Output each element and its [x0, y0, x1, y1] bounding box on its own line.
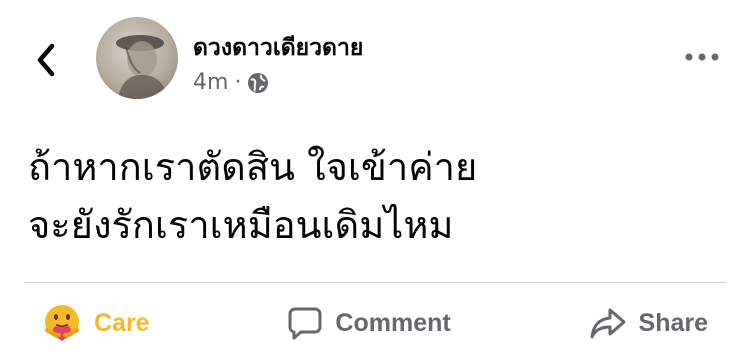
post-time[interactable]: 4m	[193, 70, 228, 95]
share-label: Share	[638, 308, 708, 337]
comment-button[interactable]: Comment	[269, 306, 468, 340]
action-bar: Care Comment Share	[24, 290, 726, 356]
more-options-button[interactable]	[682, 42, 722, 72]
chevron-left-icon	[37, 43, 55, 77]
divider	[24, 282, 726, 283]
care-label: Care	[94, 308, 150, 337]
post-meta: 4m ·	[193, 70, 269, 95]
meta-separator: ·	[234, 70, 242, 95]
globe-icon	[248, 72, 269, 93]
care-emoji-icon	[42, 303, 82, 343]
care-button[interactable]: Care	[24, 303, 168, 343]
share-icon	[589, 307, 627, 339]
post-text-line: จะยังรักเราเหมือนเดิมไหม	[28, 203, 454, 247]
avatar[interactable]	[96, 17, 178, 99]
author-name[interactable]: ดวงดาวเดียวดาย	[193, 30, 363, 66]
back-button[interactable]	[26, 38, 66, 82]
post-text: ถ้าหากเราตัดสิน ใจเข้าค่าย จะยังรักเราเห…	[28, 138, 477, 254]
share-button[interactable]: Share	[571, 307, 726, 339]
post-text-line: ถ้าหากเราตัดสิน ใจเข้าค่าย	[28, 145, 478, 189]
more-dots-icon	[685, 53, 719, 61]
comment-icon	[287, 306, 323, 340]
comment-label: Comment	[335, 308, 451, 337]
